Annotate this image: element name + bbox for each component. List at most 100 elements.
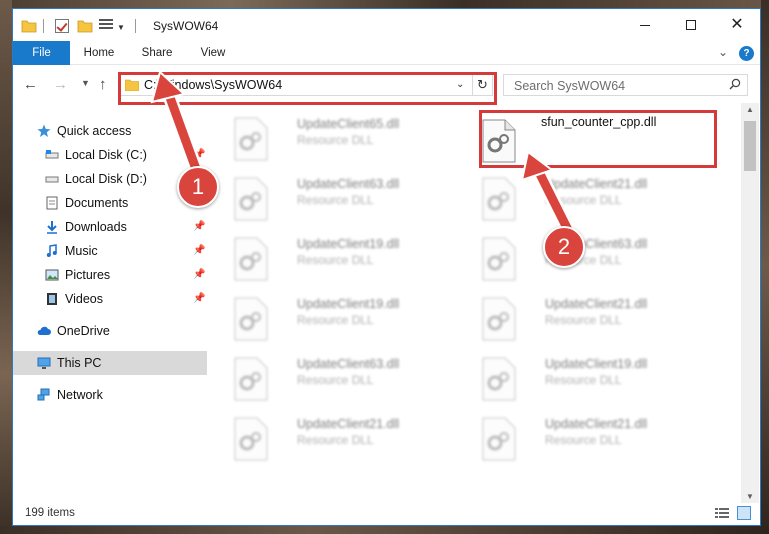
file-name: UpdateClient63.dll xyxy=(297,357,400,371)
cloud-icon xyxy=(37,326,51,335)
tab-view[interactable]: View xyxy=(195,41,231,65)
folder-icon xyxy=(21,20,37,33)
window-title: SysWOW64 xyxy=(153,19,219,33)
desktop-background-left xyxy=(0,0,12,534)
maximize-button[interactable] xyxy=(668,9,714,41)
file-name: UpdateClient19.dll xyxy=(297,297,400,311)
file-item[interactable]: UpdateClient63.dll Resource DLL xyxy=(225,171,465,227)
search-icon xyxy=(729,78,741,90)
search-input[interactable]: Search SysWOW64 xyxy=(503,74,748,96)
dll-file-icon xyxy=(482,417,516,461)
pin-icon[interactable]: 📌 xyxy=(193,293,205,304)
desktop-background-right xyxy=(761,0,769,534)
sidebar-item-music[interactable]: Music 📌 xyxy=(13,239,207,263)
sidebar-item-label: Downloads xyxy=(65,220,127,234)
sidebar-item-label: Pictures xyxy=(65,268,111,282)
customize-toolbar-icon[interactable] xyxy=(99,19,113,33)
close-icon: ✕ xyxy=(730,16,744,33)
sidebar-item-downloads[interactable]: Downloads 📌 xyxy=(13,215,207,239)
file-item[interactable]: UpdateClient21.dll Resource DLL xyxy=(473,291,713,347)
sidebar-item-label: Videos xyxy=(65,292,103,306)
ribbon-tabs: File Home Share View ⌄ ? xyxy=(13,41,760,65)
file-item[interactable]: UpdateClient19.dll Resource DLL xyxy=(473,351,713,407)
documents-icon xyxy=(46,196,58,210)
scroll-down-arrow-icon[interactable]: ▼ xyxy=(746,492,754,501)
step-2-callout: 2 xyxy=(543,226,585,268)
chevron-down-icon[interactable]: ▼ xyxy=(117,23,125,32)
file-item[interactable]: UpdateClient21.dll Resource DLL xyxy=(473,171,713,227)
minimize-button[interactable] xyxy=(622,9,668,41)
expand-ribbon-icon[interactable]: ⌄ xyxy=(718,45,728,59)
dll-file-icon xyxy=(482,177,516,221)
details-view-icon[interactable] xyxy=(715,507,729,519)
large-icons-view-icon[interactable] xyxy=(737,506,751,520)
file-type: Resource DLL xyxy=(297,193,374,207)
file-name: UpdateClient21.dll xyxy=(545,417,648,431)
pin-icon[interactable]: 📌 xyxy=(193,269,205,280)
file-type: Resource DLL xyxy=(297,133,374,147)
file-item[interactable]: UpdateClient19.dll Resource DLL xyxy=(225,231,465,287)
tab-home[interactable]: Home xyxy=(79,41,119,65)
scroll-up-arrow-icon[interactable]: ▲ xyxy=(746,105,754,114)
status-bar: 199 items xyxy=(13,503,760,525)
scrollbar-thumb[interactable] xyxy=(744,121,756,171)
tab-share[interactable]: Share xyxy=(137,41,177,65)
help-icon[interactable]: ? xyxy=(739,46,754,61)
file-name: UpdateClient21.dll xyxy=(545,297,648,311)
dll-file-icon xyxy=(234,417,268,461)
file-name: UpdateClient63.dll xyxy=(297,177,400,191)
sidebar-item-pictures[interactable]: Pictures 📌 xyxy=(13,263,207,287)
file-highlight xyxy=(479,110,717,168)
minimize-icon xyxy=(640,24,650,26)
file-name: UpdateClient19.dll xyxy=(545,357,648,371)
file-item[interactable]: UpdateClient21.dll Resource DLL xyxy=(473,411,713,467)
pictures-icon xyxy=(45,269,59,281)
vertical-scrollbar[interactable]: ▲ ▼ xyxy=(741,103,759,503)
tab-file[interactable]: File xyxy=(13,41,70,65)
dll-file-icon xyxy=(482,297,516,341)
file-item[interactable]: UpdateClient63.dll Resource DLL xyxy=(473,231,713,287)
pin-icon[interactable]: 📌 xyxy=(193,221,205,232)
sidebar-item-network[interactable]: Network xyxy=(13,383,207,407)
back-arrow-icon[interactable]: ← xyxy=(23,76,38,93)
step-1-callout: 1 xyxy=(177,166,219,208)
search-placeholder: Search SysWOW64 xyxy=(514,79,626,93)
toolbar-divider xyxy=(135,19,136,33)
title-bar: ▼ SysWOW64 ✕ xyxy=(13,9,760,41)
star-icon xyxy=(37,124,51,137)
pin-icon[interactable]: 📌 xyxy=(193,245,205,256)
file-type: Resource DLL xyxy=(297,313,374,327)
file-name: UpdateClient19.dll xyxy=(297,237,400,251)
file-type: Resource DLL xyxy=(297,433,374,447)
dll-file-icon xyxy=(234,357,268,401)
computer-icon xyxy=(37,357,51,369)
dll-file-icon xyxy=(234,237,268,281)
file-item[interactable]: UpdateClient63.dll Resource DLL xyxy=(225,351,465,407)
properties-check-icon[interactable] xyxy=(55,19,69,33)
item-count: 199 items xyxy=(25,507,75,519)
file-item[interactable]: UpdateClient21.dll Resource DLL xyxy=(225,411,465,467)
drive-icon xyxy=(45,150,59,159)
new-folder-icon[interactable] xyxy=(77,18,93,34)
close-button[interactable]: ✕ xyxy=(714,9,760,41)
file-name: UpdateClient65.dll xyxy=(297,117,400,131)
drive-icon xyxy=(45,176,59,183)
toolbar-divider xyxy=(43,19,44,33)
sidebar-item-label: Documents xyxy=(65,196,129,210)
sidebar-item-label: Network xyxy=(57,388,103,402)
sidebar-item-videos[interactable]: Videos 📌 xyxy=(13,287,207,311)
up-arrow-icon[interactable]: ↑ xyxy=(99,76,107,93)
file-item[interactable]: UpdateClient19.dll Resource DLL xyxy=(225,291,465,347)
sidebar-item-onedrive[interactable]: OneDrive xyxy=(13,319,207,343)
file-name: UpdateClient21.dll xyxy=(297,417,400,431)
sidebar-item-label: Quick access xyxy=(57,124,132,138)
file-type: Resource DLL xyxy=(297,253,374,267)
file-explorer-window: ▼ SysWOW64 ✕ File Home Share View ⌄ ? ← … xyxy=(12,8,761,526)
forward-arrow-icon[interactable]: → xyxy=(53,76,68,93)
music-icon xyxy=(46,244,57,257)
recent-locations-chevron-icon[interactable]: ▼ xyxy=(81,78,90,88)
file-item[interactable]: UpdateClient65.dll Resource DLL xyxy=(225,111,465,167)
file-type: Resource DLL xyxy=(545,313,622,327)
sidebar-item-label: Music xyxy=(65,244,98,258)
sidebar-item-this-pc[interactable]: This PC xyxy=(13,351,207,375)
